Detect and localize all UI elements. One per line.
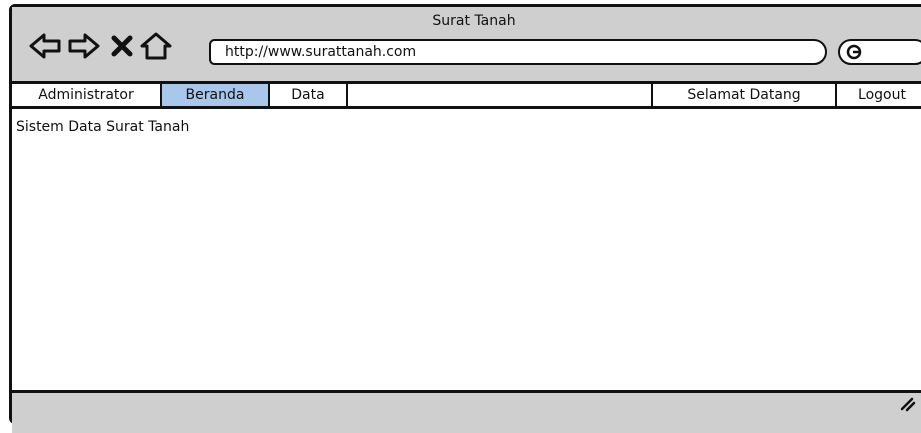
- content-heading: Sistem Data Surat Tanah: [16, 119, 190, 135]
- search-icon: [846, 44, 862, 60]
- status-bar: [12, 390, 921, 433]
- menu-spacer: [348, 84, 653, 106]
- title-bar: Surat Tanah: [12, 7, 921, 84]
- search-field[interactable]: [838, 39, 921, 65]
- resize-grip-icon[interactable]: [898, 393, 918, 413]
- home-icon[interactable]: [139, 31, 173, 61]
- menu-item-data[interactable]: Data: [270, 84, 348, 106]
- forward-arrow-icon[interactable]: [67, 31, 101, 61]
- menu-item-selamat-datang[interactable]: Selamat Datang: [653, 84, 837, 106]
- back-arrow-icon[interactable]: [28, 31, 62, 61]
- menu-item-beranda[interactable]: Beranda: [162, 84, 270, 106]
- window-title: Surat Tanah: [432, 13, 516, 29]
- url-input[interactable]: [209, 39, 827, 65]
- page-content: Sistem Data Surat Tanah: [16, 119, 189, 135]
- menu-item-logout[interactable]: Logout: [837, 84, 921, 106]
- close-icon[interactable]: [110, 31, 134, 61]
- menu-item-administrator[interactable]: Administrator: [12, 84, 162, 106]
- browser-window: Surat Tanah Administrator Beranda Data S…: [9, 4, 921, 433]
- menu-bar: Administrator Beranda Data Selamat Datan…: [12, 84, 921, 109]
